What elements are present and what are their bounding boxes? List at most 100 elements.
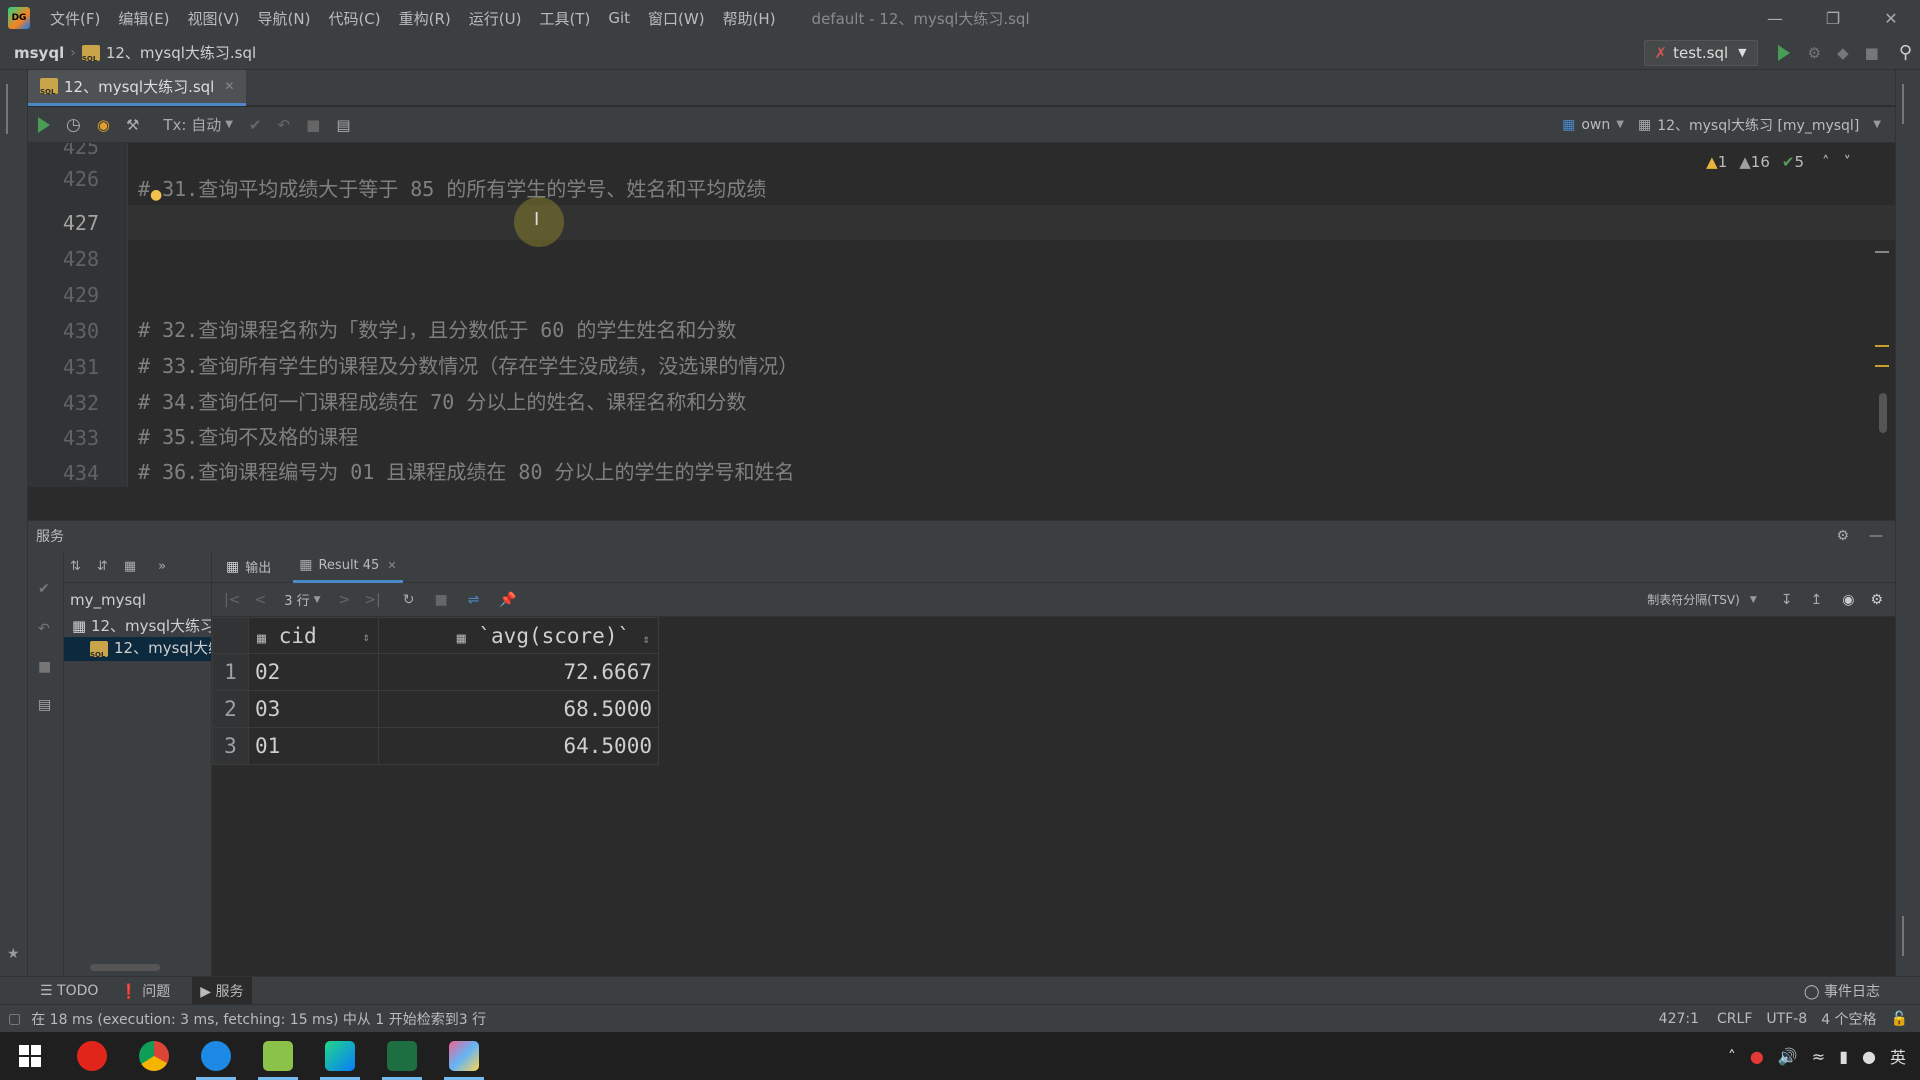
indent-setting[interactable]: 4 个空格 xyxy=(1821,1009,1876,1029)
upload-icon[interactable]: ↥ xyxy=(1810,592,1822,608)
tab-result[interactable]: ▦ Result 45 ✕ xyxy=(293,551,403,583)
schema-dropdown[interactable]: own xyxy=(1581,117,1610,133)
gear-icon[interactable]: ⚙ xyxy=(1870,592,1883,608)
menu-refactor[interactable]: 重构(R) xyxy=(399,8,451,29)
history-icon[interactable]: ◷ xyxy=(66,115,81,135)
hide-panel-icon[interactable]: — xyxy=(1869,528,1883,544)
settings-wrench-icon[interactable]: ⚒ xyxy=(126,116,139,134)
group-icon[interactable]: ▦ xyxy=(124,559,136,574)
result-grid[interactable]: ▦ cid ⇕ ▦ `avg(score)` ⇕ 1 02 72.6667 2 0… xyxy=(212,617,659,765)
taskbar-notepad[interactable] xyxy=(254,1032,302,1080)
file-encoding[interactable]: UTF-8 xyxy=(1766,1011,1807,1027)
rows-count-dropdown[interactable]: 3 行 xyxy=(284,590,309,609)
tab-services[interactable]: ▶ 服务 xyxy=(192,976,252,1005)
event-log-button[interactable]: ◯ 事件日志 xyxy=(1804,981,1880,1001)
menu-git[interactable]: Git xyxy=(608,9,630,27)
tab-problems[interactable]: ❗ 问题 xyxy=(120,981,170,1001)
taskbar-excel[interactable] xyxy=(378,1032,426,1080)
menu-help[interactable]: 帮助(H) xyxy=(723,8,776,29)
collapse-all-icon[interactable]: ⇵ xyxy=(97,559,108,574)
stop-icon[interactable]: ■ xyxy=(1865,44,1879,62)
sort-icon[interactable]: ⇕ xyxy=(643,632,650,646)
menu-file[interactable]: 文件(F) xyxy=(50,8,100,29)
debug-icon[interactable]: ⚙ xyxy=(1808,44,1821,62)
expand-all-icon[interactable]: ⇅ xyxy=(70,559,81,574)
tree-node-datasource[interactable]: my_mysql xyxy=(70,591,146,609)
breadcrumb-project[interactable]: msyql xyxy=(14,44,64,62)
datasource-dropdown[interactable]: 12、mysql大练习 [my_mysql] xyxy=(1657,115,1859,135)
menu-navigate[interactable]: 导航(N) xyxy=(258,8,311,29)
stop-icon[interactable]: ■ xyxy=(38,659,51,675)
cell-avg-score[interactable]: 68.5000 xyxy=(378,690,659,728)
commit-icon[interactable]: ✔ xyxy=(38,581,50,597)
tree-scrollbar[interactable] xyxy=(90,964,160,971)
cell-cid[interactable]: 01 xyxy=(248,727,379,765)
export-format-dropdown[interactable]: 制表符分隔(TSV) xyxy=(1647,591,1740,608)
compare-icon[interactable]: ⇌ xyxy=(468,592,480,608)
view-icon[interactable]: ◉ xyxy=(1842,592,1854,608)
restore-button[interactable]: ❐ xyxy=(1804,0,1862,36)
stop-icon[interactable]: ■ xyxy=(306,116,320,134)
pin-icon[interactable]: 📌 xyxy=(499,592,516,608)
line-separator[interactable]: CRLF xyxy=(1717,1011,1752,1027)
more-icon[interactable]: » xyxy=(158,559,166,574)
table-row[interactable]: 1 02 72.6667 xyxy=(212,653,659,691)
battery-icon[interactable]: ▮ xyxy=(1839,1047,1848,1066)
results-view-icon[interactable]: ▤ xyxy=(336,116,350,134)
rollback-icon[interactable]: ↶ xyxy=(278,116,291,134)
record-icon[interactable]: ● xyxy=(1750,1047,1764,1066)
caret-position[interactable]: 427:1 xyxy=(1659,1011,1699,1027)
tab-todo[interactable]: ☰ TODO xyxy=(40,983,98,999)
minimize-button[interactable]: — xyxy=(1746,0,1804,36)
table-row[interactable]: 3 01 64.5000 xyxy=(212,727,659,765)
close-window-button[interactable]: ✕ xyxy=(1862,0,1920,36)
next-page-icon[interactable]: > xyxy=(339,592,351,608)
cell-avg-score[interactable]: 64.5000 xyxy=(378,727,659,765)
last-page-icon[interactable]: >| xyxy=(364,592,380,608)
cell-cid[interactable]: 03 xyxy=(248,690,379,728)
panel-toggle-icon[interactable]: ▢ xyxy=(8,1011,21,1027)
tx-mode-dropdown[interactable]: Tx: 自动 xyxy=(163,114,221,135)
download-icon[interactable]: ↧ xyxy=(1781,592,1793,608)
favorites-star-icon[interactable]: ★ xyxy=(7,946,20,962)
lock-icon[interactable]: 🔓 xyxy=(1891,1011,1908,1027)
ime-indicator[interactable]: 英 xyxy=(1890,1044,1906,1068)
prev-page-icon[interactable]: < xyxy=(254,592,266,608)
taskbar-app-red[interactable] xyxy=(68,1032,116,1080)
coverage-icon[interactable]: ◆ xyxy=(1837,44,1849,62)
tree-node-console[interactable]: 12、mysql大练 xyxy=(64,637,211,661)
stop-icon[interactable]: ■ xyxy=(434,592,447,608)
menu-view[interactable]: 视图(V) xyxy=(188,8,240,29)
volume-icon[interactable]: 🔊 xyxy=(1778,1047,1798,1066)
column-header-cid[interactable]: ▦ cid ⇕ xyxy=(248,617,379,654)
gear-icon[interactable]: ⚙ xyxy=(1836,528,1849,544)
notifications-tool-icon[interactable] xyxy=(1902,84,1914,124)
chevron-up-icon[interactable]: ˄ xyxy=(1822,153,1830,171)
chevron-down-icon[interactable]: ˅ xyxy=(1844,153,1852,171)
run-icon[interactable] xyxy=(1777,44,1790,61)
menu-code[interactable]: 代码(C) xyxy=(328,8,380,29)
close-tab-icon[interactable]: ✕ xyxy=(224,79,234,93)
run-config-dropdown[interactable]: ✗ test.sql ▼ xyxy=(1643,39,1758,66)
column-header-avg-score[interactable]: ▦ `avg(score)` ⇕ xyxy=(378,617,659,654)
tree-node-session[interactable]: ▦ 12、mysql大练习 xyxy=(72,615,211,636)
microphone-icon[interactable]: ● xyxy=(1862,1047,1876,1066)
rollback-icon[interactable]: ↶ xyxy=(38,621,50,637)
refresh-icon[interactable]: ↻ xyxy=(403,592,415,608)
first-page-icon[interactable]: |< xyxy=(224,592,240,608)
database-tool-icon[interactable] xyxy=(6,84,20,134)
tab-mysql-exercise[interactable]: 12、mysql大练习.sql ✕ xyxy=(28,69,247,106)
search-icon[interactable]: ⚲ xyxy=(1899,42,1912,63)
taskbar-chrome[interactable] xyxy=(130,1032,178,1080)
editor-scrollbar[interactable] xyxy=(1879,393,1887,433)
sort-icon[interactable]: ⇕ xyxy=(363,630,370,644)
taskbar-browser[interactable] xyxy=(192,1032,240,1080)
menu-edit[interactable]: 编辑(E) xyxy=(118,8,169,29)
menu-window[interactable]: 窗口(W) xyxy=(648,8,705,29)
layout-icon[interactable]: ▤ xyxy=(38,697,51,713)
menu-run[interactable]: 运行(U) xyxy=(469,8,522,29)
taskbar-datagrip[interactable] xyxy=(316,1032,364,1080)
table-row[interactable]: 2 03 68.5000 xyxy=(212,690,659,728)
taskbar-paint[interactable] xyxy=(440,1032,488,1080)
execute-icon[interactable] xyxy=(38,116,50,133)
